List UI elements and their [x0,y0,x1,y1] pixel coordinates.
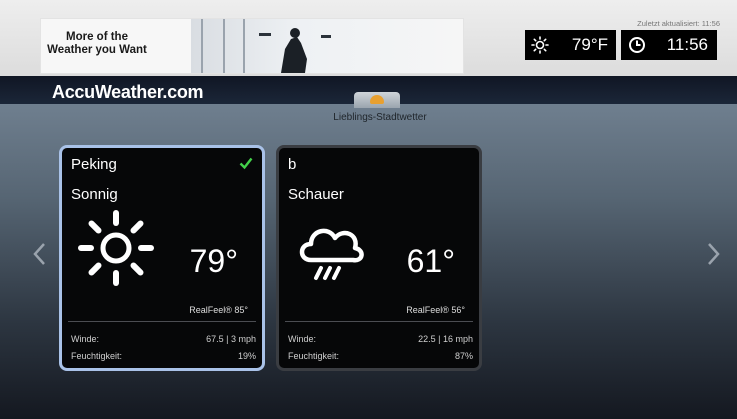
accuweather-logo: AccuWeather.com [52,82,204,102]
humidity-value: 87% [454,351,473,361]
wind-label: Winde: [71,334,100,344]
favorites-tab-handle[interactable] [354,92,400,108]
clock-icon [629,37,645,53]
sun-icon [78,210,154,286]
current-temp-box: 79°F [525,30,616,60]
ad-image [191,19,463,73]
snowblower-figure-icon [259,28,331,73]
rain-cloud-icon [299,228,364,280]
condition-label: Sonnig [71,186,118,203]
current-temp-value: 79°F [571,35,608,54]
wind-value: 22.5 | 16 mph [418,334,473,344]
wind-label: Winde: [288,334,317,344]
top-banner: More of the Weather you Want Zuletzt akt… [0,0,737,76]
realfeel: RealFeel® 56° [406,305,465,315]
city-name: Peking [71,156,117,173]
chevron-right-icon[interactable] [707,242,721,266]
divider [68,321,256,322]
last-updated-label: Zuletzt aktualisiert: 11:56 [637,19,720,28]
ad-banner[interactable]: More of the Weather you Want [40,18,464,74]
wind-value: 67.5 | 3 mph [206,334,256,344]
temperature: 79° [189,243,238,279]
temperature: 61° [406,243,455,279]
ad-headline: More of the Weather you Want [47,31,147,56]
humidity-label: Feuchtigkeit: [71,351,123,361]
chevron-left-icon[interactable] [32,242,46,266]
check-icon [239,157,253,170]
humidity-value: 19% [237,351,256,361]
realfeel: RealFeel® 85° [189,305,248,315]
condition-label: Schauer [288,186,344,203]
divider [285,321,473,322]
humidity-label: Feuchtigkeit: [288,351,340,361]
sun-icon [531,36,549,54]
city-name: b [288,156,297,173]
favorites-tab-icon [370,95,384,104]
current-time-box: 11:56 [621,30,717,60]
section-title: Lieblings-Stadtwetter [333,112,427,123]
city-card-peking[interactable]: Peking Sonnig 79° RealFeel® 85° Winde: 6… [59,145,265,371]
city-card-b[interactable]: b Schauer 61° RealFeel® 56° Winde: 22.5 … [276,145,482,371]
current-time-value: 11:56 [666,35,708,54]
